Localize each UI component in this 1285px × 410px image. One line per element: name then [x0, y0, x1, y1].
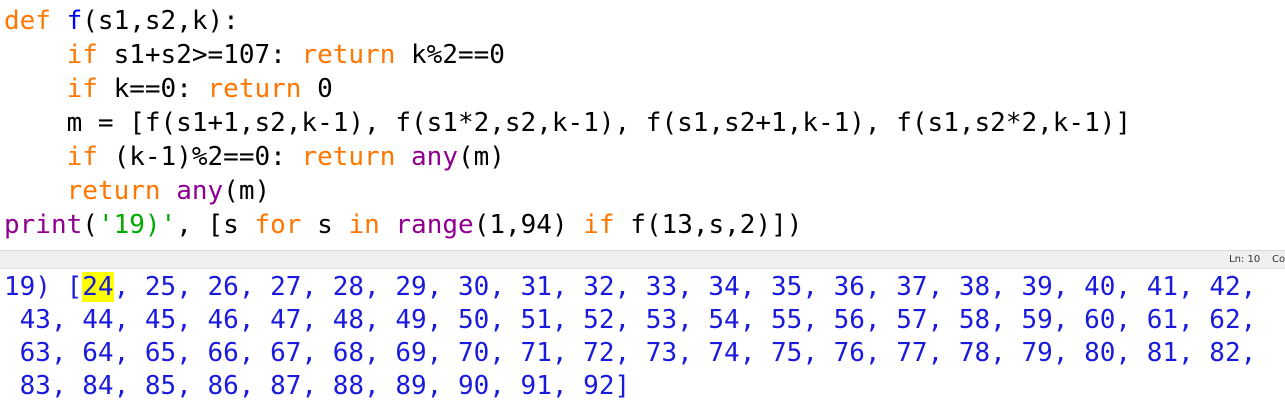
code-line[interactable]: if (k-1)%2==0: return any(m) — [4, 140, 1131, 174]
code-token: return — [301, 40, 396, 70]
status-bar: Ln: 10 Col: 0 — [0, 251, 1285, 269]
output-text: 63, 64, 65, 66, 67, 68, 69, 70, 71, 72, … — [4, 338, 1257, 368]
code-token: range — [395, 210, 474, 240]
code-token: if — [66, 74, 98, 104]
code-token: def — [4, 6, 51, 36]
output-text: 43, 44, 45, 46, 47, 48, 49, 50, 51, 52, … — [4, 305, 1257, 335]
code-line[interactable]: if k==0: return 0 — [4, 72, 1131, 106]
code-token: (m) — [223, 176, 271, 206]
code-token: m = [f(s1+1,s2,k-1), f(s1*2,s2,k-1), f(s… — [4, 108, 1132, 138]
output-line: 43, 44, 45, 46, 47, 48, 49, 50, 51, 52, … — [4, 304, 1257, 337]
code-token: f(13,s,2)]) — [614, 210, 803, 240]
highlighted-value: 24 — [82, 272, 114, 302]
code-editor[interactable]: def f(s1,s2,k): if s1+s2>=107: return k%… — [0, 0, 1285, 251]
code-token: in — [348, 210, 380, 240]
code-token: s1+s2>=107: — [97, 40, 302, 70]
line-number-indicator: Ln: 10 — [1229, 254, 1261, 265]
code-token: (m) — [457, 142, 505, 172]
code-token: k==0: — [97, 74, 208, 104]
shell-output[interactable]: 19) [24, 25, 26, 27, 28, 29, 30, 31, 32,… — [0, 269, 1285, 410]
code-token: if — [583, 210, 615, 240]
code-lines[interactable]: def f(s1,s2,k): if s1+s2>=107: return k%… — [4, 4, 1131, 242]
code-token: , [s — [176, 210, 255, 240]
output-line: 19) [24, 25, 26, 27, 28, 29, 30, 31, 32,… — [4, 271, 1256, 304]
code-token: (s1,s2,k): — [82, 6, 239, 36]
code-token: ( — [82, 210, 98, 240]
code-token: any — [176, 176, 224, 206]
output-text: 19) [ — [4, 272, 83, 302]
code-token: for — [254, 210, 302, 240]
code-token: (1,94) — [473, 210, 584, 240]
code-token: return — [207, 74, 302, 104]
code-token: return — [301, 142, 396, 172]
code-token: 0 — [301, 74, 333, 104]
code-token: s — [301, 210, 349, 240]
code-line[interactable]: m = [f(s1+1,s2,k-1), f(s1*2,s2,k-1), f(s… — [4, 106, 1131, 140]
code-token: if — [66, 40, 98, 70]
code-token: any — [411, 142, 458, 172]
code-token: (k-1)%2==0: — [97, 142, 302, 172]
output-text: 83, 84, 85, 86, 87, 88, 89, 90, 91, 92] — [4, 371, 631, 401]
idle-window: def f(s1,s2,k): if s1+s2>=107: return k%… — [0, 0, 1285, 410]
code-line[interactable]: print('19)', [s for s in range(1,94) if … — [4, 208, 1131, 242]
code-line[interactable]: return any(m) — [4, 174, 1131, 208]
code-token: f — [66, 6, 83, 36]
code-token: return — [66, 176, 161, 206]
output-lines: 19) [24, 25, 26, 27, 28, 29, 30, 31, 32,… — [4, 271, 1256, 403]
column-number-indicator: Col: 0 — [1272, 254, 1285, 265]
output-line: 83, 84, 85, 86, 87, 88, 89, 90, 91, 92] — [4, 370, 1256, 403]
code-token: print — [4, 210, 83, 240]
output-text: , 25, 26, 27, 28, 29, 30, 31, 32, 33, 34… — [113, 272, 1257, 302]
code-line[interactable]: if s1+s2>=107: return k%2==0 — [4, 38, 1131, 72]
code-token: if — [66, 142, 98, 172]
output-line: 63, 64, 65, 66, 67, 68, 69, 70, 71, 72, … — [4, 337, 1257, 370]
code-token: k%2==0 — [395, 40, 505, 70]
code-token: '19)' — [97, 210, 177, 240]
code-line[interactable]: def f(s1,s2,k): — [4, 4, 1131, 38]
